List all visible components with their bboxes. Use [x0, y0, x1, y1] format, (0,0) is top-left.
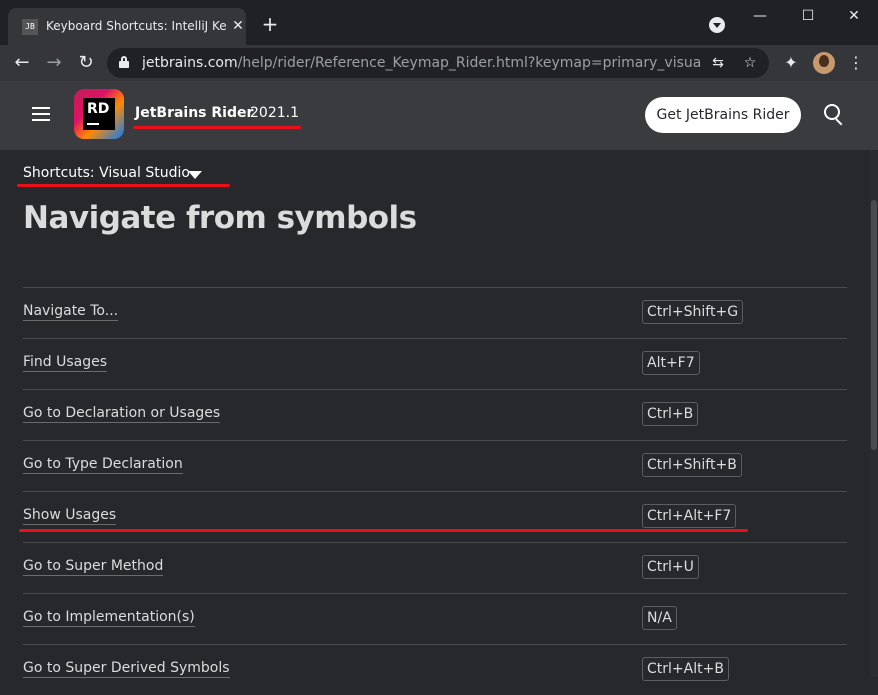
table-row: Navigate To... Ctrl+Shift+G [23, 287, 847, 338]
action-link[interactable]: Navigate To... [23, 303, 119, 321]
site-header: RD JetBrains Rider 2021.1 Get JetBrains … [0, 81, 878, 150]
action-link[interactable]: Go to Super Derived Symbols [23, 660, 230, 678]
product-version: 2021.1 [250, 105, 299, 121]
chevron-down-icon[interactable] [188, 171, 202, 179]
shortcut-table: Navigate To... Ctrl+Shift+G Find Usages … [23, 287, 847, 695]
forward-button[interactable]: → [42, 51, 66, 75]
action-link[interactable]: Go to Super Method [23, 558, 164, 576]
browser-menu-icon[interactable]: ⋮ [844, 51, 868, 75]
url-path: /help/rider/Reference_Keymap_Rider.html?… [237, 55, 702, 71]
shortcut-key: Ctrl+B [642, 402, 699, 426]
jetbrains-favicon-icon: JB [22, 19, 38, 35]
table-row: Find Usages Alt+F7 [23, 338, 847, 389]
action-link[interactable]: Go to Declaration or Usages [23, 405, 221, 423]
minimize-button[interactable]: — [748, 6, 772, 26]
url-host: jetbrains.com [142, 55, 238, 71]
action-link[interactable]: Go to Implementation(s) [23, 609, 195, 627]
table-row: Go to Super Method Ctrl+U [23, 542, 847, 593]
get-rider-button[interactable]: Get JetBrains Rider [645, 97, 801, 133]
table-row: Go to Type Declaration Ctrl+Shift+B [23, 440, 847, 491]
maximize-button[interactable]: ☐ [796, 6, 820, 26]
address-bar[interactable]: jetbrains.com/help/rider/Reference_Keyma… [107, 48, 769, 78]
tab-title: Keyboard Shortcuts: IntelliJ Keym [46, 19, 226, 33]
extensions-icon[interactable]: ✦ [779, 51, 803, 75]
back-button[interactable]: ← [10, 51, 34, 75]
hamburger-menu-icon[interactable] [32, 107, 50, 121]
annotation-underline-keymap [17, 184, 230, 187]
shortcut-key: Ctrl+U [642, 555, 699, 579]
product-name[interactable]: JetBrains Rider [135, 105, 253, 121]
action-link[interactable]: Show Usages [23, 507, 117, 525]
reload-button[interactable]: ↻ [74, 51, 98, 75]
shortcut-key: Ctrl+Shift+G [642, 300, 744, 324]
browser-toolbar: ← → ↻ jetbrains.com/help/rider/Reference… [0, 45, 878, 81]
shortcut-key: Alt+F7 [642, 351, 700, 375]
rider-logo[interactable]: RD [74, 89, 124, 139]
page-title: Navigate from symbols [23, 200, 417, 236]
shortcut-key: Ctrl+Alt+B [642, 657, 729, 681]
lock-icon[interactable] [119, 56, 129, 68]
shortcut-key: N/A [642, 606, 677, 630]
table-row: Show Usages Ctrl+Alt+F7 [23, 491, 847, 542]
url-text[interactable]: jetbrains.com/help/rider/Reference_Keyma… [142, 54, 702, 72]
shortcut-key: Ctrl+Alt+F7 [642, 504, 737, 528]
search-icon[interactable] [824, 104, 846, 126]
translate-icon[interactable]: ⇆ [708, 53, 728, 73]
profile-avatar[interactable] [813, 52, 835, 74]
tab-strip: JB Keyboard Shortcuts: IntelliJ Keym ✕ +… [0, 0, 878, 45]
browser-tab[interactable]: JB Keyboard Shortcuts: IntelliJ Keym ✕ [8, 8, 246, 45]
tab-search-icon[interactable] [709, 17, 725, 33]
bookmark-star-icon[interactable]: ☆ [740, 53, 760, 73]
shortcut-key: Ctrl+Shift+B [642, 453, 742, 477]
table-row: Go to Implementation(s) N/A [23, 593, 847, 644]
table-row: Go to Super Derived Symbols Ctrl+Alt+B [23, 644, 847, 695]
annotation-underline-product [133, 126, 301, 129]
new-tab-button[interactable]: + [260, 14, 280, 34]
table-row: Go to Declaration or Usages Ctrl+B [23, 389, 847, 440]
close-window-button[interactable]: ✕ [842, 6, 866, 26]
tab-close-icon[interactable]: ✕ [230, 17, 246, 35]
keymap-selector[interactable]: Shortcuts: Visual Studio [23, 165, 190, 181]
action-link[interactable]: Find Usages [23, 354, 108, 372]
scrollbar-thumb[interactable] [871, 200, 877, 450]
action-link[interactable]: Go to Type Declaration [23, 456, 183, 474]
